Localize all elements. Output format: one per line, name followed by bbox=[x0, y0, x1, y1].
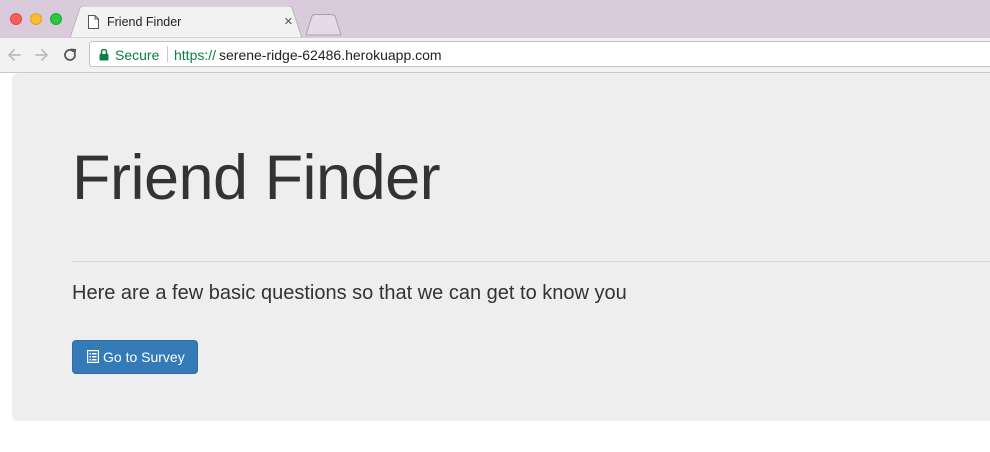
address-separator bbox=[167, 46, 168, 62]
divider bbox=[72, 261, 990, 262]
page-title: Friend Finder bbox=[72, 143, 441, 213]
address-bar[interactable]: Secure https:// serene-ridge-62486.herok… bbox=[89, 41, 990, 67]
tab-title: Friend Finder bbox=[107, 15, 182, 29]
lock-icon bbox=[99, 48, 109, 61]
maximize-window-button[interactable] bbox=[50, 13, 62, 25]
window-titlebar: Friend Finder × bbox=[0, 0, 990, 38]
back-arrow-icon[interactable] bbox=[4, 45, 24, 65]
secure-label: Secure bbox=[115, 47, 160, 63]
url-host: serene-ridge-62486.herokuapp.com bbox=[219, 47, 442, 63]
reload-icon[interactable] bbox=[60, 45, 80, 65]
url-protocol: https:// bbox=[174, 47, 217, 63]
browser-tab[interactable]: Friend Finder × bbox=[70, 6, 302, 38]
go-to-survey-label: Go to Survey bbox=[103, 349, 185, 365]
document-icon bbox=[88, 15, 99, 34]
browser-toolbar: Secure https:// serene-ridge-62486.herok… bbox=[0, 38, 990, 73]
new-tab-button[interactable] bbox=[306, 14, 342, 36]
close-tab-icon[interactable]: × bbox=[284, 13, 293, 31]
minimize-window-button[interactable] bbox=[30, 13, 42, 25]
go-to-survey-button[interactable]: Go to Survey bbox=[72, 340, 198, 374]
list-alt-icon bbox=[87, 350, 99, 363]
lead-text: Here are a few basic questions so that w… bbox=[72, 282, 627, 304]
forward-arrow-icon[interactable] bbox=[32, 45, 52, 65]
tab-shape bbox=[70, 6, 302, 38]
close-window-button[interactable] bbox=[10, 13, 22, 25]
